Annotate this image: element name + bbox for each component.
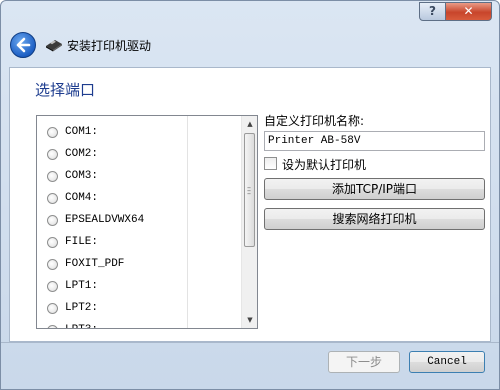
cancel-button[interactable]: Cancel: [409, 351, 485, 373]
wizard-window: ? ✕ 安装打印机驱动 选择端口 COM1: COM2: COM3: COM4: EPS…: [0, 0, 500, 390]
next-button[interactable]: 下一步: [328, 351, 400, 373]
wizard-content: 选择端口 COM1: COM2: COM3: COM4: EPSEALDVWX64 FIL…: [9, 67, 491, 342]
port-radio[interactable]: [47, 171, 58, 182]
page-heading: 选择端口: [35, 81, 96, 99]
port-radio[interactable]: [47, 259, 58, 270]
port-label: COM3:: [65, 170, 99, 182]
port-label: EPSEALDVWX64: [65, 214, 145, 226]
port-label: FILE:: [65, 236, 99, 248]
column-divider: [187, 116, 188, 328]
close-button[interactable]: ✕: [445, 2, 492, 21]
port-label: COM2:: [65, 148, 99, 160]
port-radio[interactable]: [47, 325, 58, 328]
printer-name-label: 自定义打印机名称:: [264, 114, 365, 128]
port-label: FOXIT_PDF: [65, 258, 125, 270]
add-tcp-port-button[interactable]: 添加TCP/IP端口: [264, 178, 485, 200]
back-button[interactable]: [10, 32, 36, 58]
default-printer-label: 设为默认打印机: [282, 158, 367, 172]
search-network-printer-button[interactable]: 搜索网络打印机: [264, 208, 485, 230]
scroll-down-arrow-icon[interactable]: ▼: [242, 312, 257, 328]
port-radio[interactable]: [47, 193, 58, 204]
vertical-scrollbar[interactable]: ▲ – – – ▼: [241, 116, 257, 328]
port-radio[interactable]: [47, 303, 58, 314]
port-label: LPT1:: [65, 280, 99, 292]
port-radio[interactable]: [47, 215, 58, 226]
scroll-thumb[interactable]: – – –: [244, 133, 255, 247]
help-button[interactable]: ?: [419, 2, 446, 21]
port-label: LPT2:: [65, 302, 99, 314]
scroll-up-arrow-icon[interactable]: ▲: [242, 116, 257, 132]
scroll-grip-icon: – – –: [247, 183, 251, 198]
back-arrow-icon: [16, 37, 31, 53]
port-radio[interactable]: [47, 237, 58, 248]
printer-icon: [46, 40, 62, 52]
title-bar: ? ✕ 安装打印机驱动: [1, 1, 499, 61]
port-radio[interactable]: [47, 149, 58, 160]
wizard-title: 安装打印机驱动: [67, 39, 152, 53]
port-label: COM1:: [65, 126, 99, 138]
footer-divider: [1, 342, 499, 343]
default-printer-checkbox[interactable]: [264, 157, 277, 170]
port-radio[interactable]: [47, 281, 58, 292]
port-list[interactable]: COM1: COM2: COM3: COM4: EPSEALDVWX64 FILE: FOX…: [36, 115, 258, 329]
printer-name-input[interactable]: Printer AB-58V: [264, 131, 485, 151]
port-label: LPT3:: [65, 324, 98, 328]
port-radio[interactable]: [47, 127, 58, 138]
port-label: COM4:: [65, 192, 99, 204]
